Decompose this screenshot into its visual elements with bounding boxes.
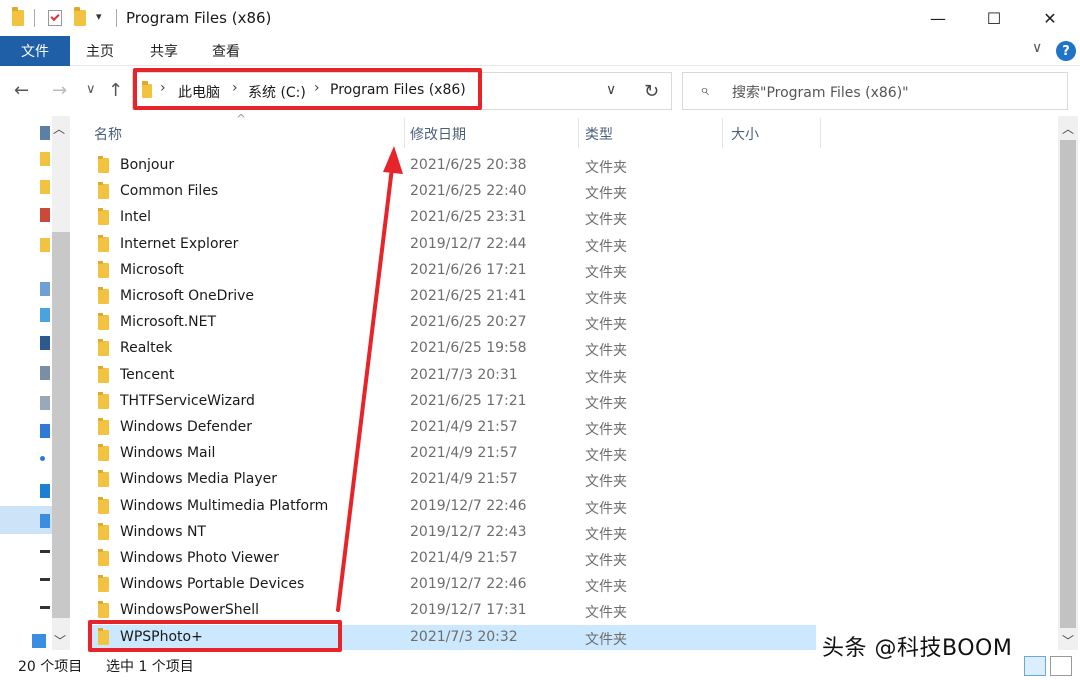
annotation-arrow: [336, 146, 403, 612]
watermark: 头条 @科技BOOM: [822, 636, 1013, 661]
